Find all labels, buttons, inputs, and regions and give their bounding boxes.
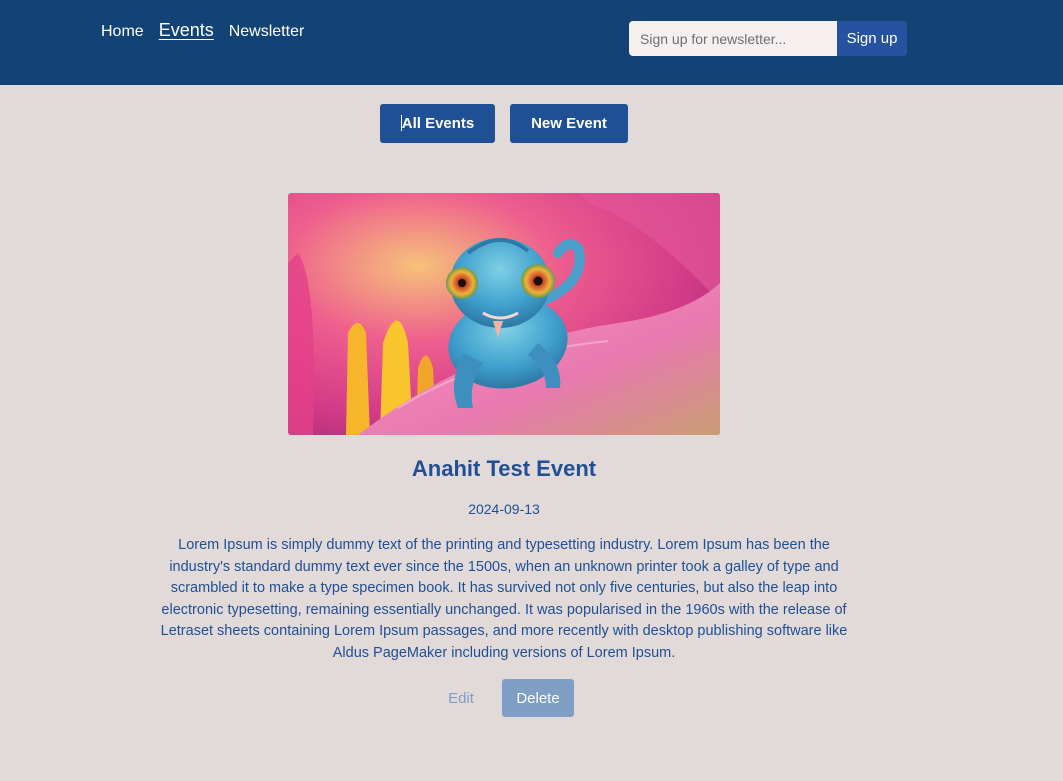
newsletter-email-input[interactable] — [629, 21, 837, 56]
newsletter-signup-button[interactable]: Sign up — [837, 21, 907, 56]
event-date: 2024-09-13 — [468, 501, 540, 517]
delete-event-button[interactable]: Delete — [502, 679, 574, 717]
event-title: Anahit Test Event — [411, 456, 597, 481]
nav-link-newsletter[interactable]: Newsletter — [229, 23, 305, 41]
all-events-button[interactable]: All Events — [380, 104, 495, 143]
all-events-label: All Events — [401, 115, 475, 132]
events-toolbar: All Events New Event — [380, 104, 628, 143]
main-header: Home Events Newsletter Sign up — [0, 0, 1063, 85]
nav-link-home[interactable]: Home — [101, 23, 144, 41]
event-description: Lorem Ipsum is simply dummy text of the … — [160, 537, 848, 661]
edit-event-button[interactable]: Edit — [435, 679, 487, 717]
event-actions: Edit Delete — [435, 679, 574, 717]
newsletter-signup-form: Sign up — [629, 21, 907, 56]
nav-link-events[interactable]: Events — [159, 20, 214, 41]
main-navigation: Home Events Newsletter — [101, 20, 319, 41]
event-image — [288, 193, 720, 435]
new-event-button[interactable]: New Event — [510, 104, 628, 143]
